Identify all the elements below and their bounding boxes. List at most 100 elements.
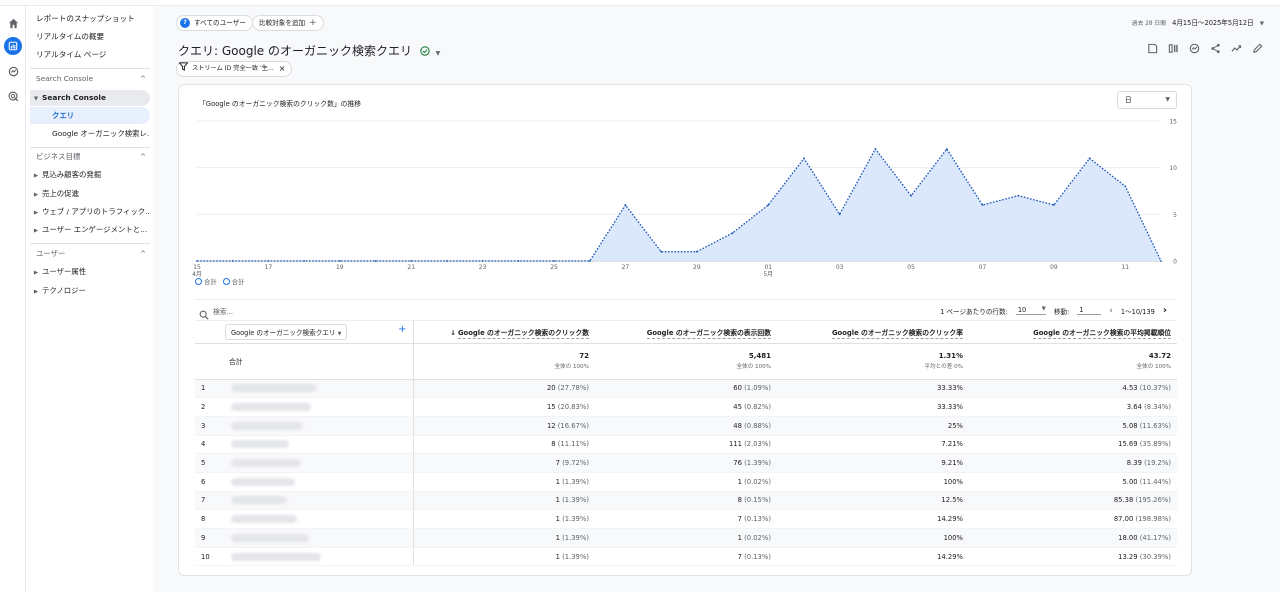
sidebar-tree-traffic[interactable]: ▶ ウェブ / アプリのトラフィック... — [30, 204, 150, 220]
sidebar-item-realtime-pages[interactable]: リアルタイム ページ — [36, 47, 152, 63]
query-cell[interactable] — [225, 472, 414, 492]
share-icon[interactable] — [1208, 41, 1222, 55]
previous-page-icon[interactable]: ‹ — [1109, 306, 1113, 316]
close-icon[interactable]: × — [279, 62, 286, 76]
table-row[interactable]: 81 (1.39%) 7 (0.13%) 14.29% 87.00 (198.98%) — [195, 509, 1177, 529]
customize-report-icon[interactable] — [1145, 41, 1159, 55]
rows-per-page-select[interactable]: 10 ▼ — [1015, 306, 1046, 315]
sidebar-tree-sales[interactable]: ▶ 売上の促進 — [30, 186, 150, 202]
explore-icon[interactable] — [4, 62, 22, 80]
table-row[interactable]: 1 20 (27.78%) 60 (1.09%) 33.33% 4.53 (10.37%… — [195, 379, 1177, 399]
next-page-icon[interactable]: › — [1163, 305, 1167, 316]
home-icon[interactable] — [4, 14, 22, 32]
title-dropdown-icon[interactable]: ▼ — [436, 50, 441, 57]
edit-icon[interactable] — [1250, 41, 1264, 55]
sidebar-tree-leads[interactable]: ▶ 見込み顧客の発掘 — [30, 167, 150, 183]
impressions-percent: (2.03%) — [744, 440, 771, 449]
check-circle-icon — [420, 45, 430, 59]
table-row[interactable]: 61 (1.39%) 1 (0.02%) 100% 5.00 (11.44%) — [195, 472, 1177, 492]
data-point — [231, 260, 234, 262]
impressions-percent: (0.15%) — [744, 496, 771, 505]
data-point — [338, 260, 341, 262]
goto-page-input[interactable]: 1 — [1077, 306, 1102, 315]
sidebar-item-realtime-overview[interactable]: リアルタイムの概要 — [36, 29, 152, 45]
segment-chip[interactable]: ? すべてのユーザー — [176, 15, 253, 31]
triangle-right-icon: ▶ — [33, 289, 39, 295]
query-cell[interactable] — [225, 379, 414, 399]
triangle-right-icon: ▶ — [33, 173, 39, 179]
goto-page-value: 1 — [1079, 306, 1084, 314]
clicks-percent: (20.83%) — [557, 403, 589, 412]
add-dimension-icon[interactable]: + — [398, 324, 406, 335]
data-point — [374, 260, 377, 262]
insights-icon[interactable] — [1187, 41, 1201, 55]
advertising-icon[interactable] — [4, 87, 22, 105]
total-cell: 5,481 全体の 100% — [595, 343, 777, 380]
table-search-input[interactable]: 検索... — [213, 306, 233, 316]
sidebar-item-queries[interactable]: クエリ — [30, 107, 150, 124]
clicks-cell: 1 (1.39%) — [413, 472, 595, 492]
query-cell[interactable] — [225, 435, 414, 455]
query-cell[interactable] — [225, 416, 414, 436]
clicks-percent: (9.72%) — [562, 459, 589, 468]
impressions-percent: (0.13%) — [744, 552, 771, 561]
top-strip — [0, 0, 1280, 6]
ctr-cell: 33.33% — [777, 397, 969, 417]
column-label: Google のオーガニック検索のクリック数 — [457, 328, 589, 339]
table-row[interactable]: 3 12 (16.67%) 48 (0.88%) 25% 5.08 (11.63%) — [195, 416, 1177, 436]
filter-chip[interactable]: ストリーム ID 完全一致 '生... × — [176, 61, 293, 77]
data-point — [910, 194, 912, 197]
date-range-picker[interactable]: 過去 28 日間 4月15日～2025年5月12日 ▼ — [1132, 17, 1264, 27]
table-row[interactable]: 2 15 (20.83%) 45 (0.82%) 33.33% 3.64 (8.34%) — [195, 397, 1177, 417]
chevron-up-icon: ^ — [140, 153, 146, 161]
triangle-right-icon: ▶ — [33, 270, 39, 276]
column-header-impressions[interactable]: Google のオーガニック検索の表示回数 — [595, 321, 777, 344]
table-row[interactable]: 57 (9.72%) 76 (1.39%) 9.21% 8.39 (19.2%) — [195, 453, 1177, 473]
table-row[interactable]: 91 (1.39%) 1 (0.02%) 100% 18.00 (41.17%) — [195, 528, 1177, 548]
dimension-select[interactable]: Google のオーガニック検索クエリ ▼ — [225, 323, 348, 340]
legend-item[interactable]: 合計 — [195, 277, 217, 286]
impressions-value: 1 — [737, 477, 742, 486]
clicks-percent: (1.39%) — [562, 515, 589, 524]
x-tick-label: 29 — [693, 264, 701, 271]
table-row[interactable]: 71 (1.39%) 8 (0.15%) 12.5% 85.38 (195.26%) — [195, 491, 1177, 511]
trend-icon[interactable] — [1229, 41, 1243, 55]
sidebar-section-user[interactable]: ユーザー ^ — [36, 246, 148, 262]
data-table: Google のオーガニック検索クエリ ▼ + ↓ Google のオーガニック検… — [195, 321, 1177, 567]
granularity-select[interactable]: 日 ▼ — [1117, 91, 1177, 109]
table-row[interactable]: 48 (11.11%) 111 (2.03%) 7.21% 15.69 (35.89%… — [195, 435, 1177, 455]
legend-item[interactable]: 合計 — [222, 277, 245, 286]
reports-icon[interactable] — [4, 37, 22, 55]
sidebar-section-search-console[interactable]: Search Console ^ — [36, 71, 148, 87]
column-header-ctr[interactable]: Google のオーガニック検索のクリック率 — [777, 321, 969, 344]
add-comparison-chip[interactable]: 比較対象を追加 + — [252, 15, 324, 31]
ctr-cell: 33.33% — [777, 379, 969, 399]
query-cell[interactable] — [225, 491, 414, 511]
column-header-position[interactable]: Google のオーガニック検索の平均掲載順位 — [969, 321, 1177, 344]
query-cell[interactable] — [225, 397, 414, 417]
sidebar-tree-engagement[interactable]: ▶ ユーザー エンゲージメントと... — [30, 222, 150, 238]
sidebar-tree-search-console[interactable]: ▼ Search Console — [30, 90, 150, 106]
ctr-cell: 100% — [777, 528, 969, 548]
sidebar-tree-technology[interactable]: ▶ テクノロジー — [30, 283, 150, 299]
sidebar-item-snapshot[interactable]: レポートのスナップショット — [36, 11, 152, 27]
sidebar-section-business[interactable]: ビジネス目標 ^ — [36, 149, 148, 165]
compare-icon[interactable] — [1166, 41, 1180, 55]
clicks-percent: (16.67%) — [557, 421, 589, 430]
data-point — [731, 232, 734, 234]
y-tick-label: 5 — [1173, 212, 1177, 219]
table-row[interactable]: 10 1 (1.39%) 7 (0.13%) 14.29% 13.29 (30.39%) — [195, 547, 1177, 567]
query-cell[interactable] — [225, 528, 414, 548]
chevron-down-icon: ▼ — [1041, 306, 1046, 312]
totals-row: 合計 72 全体の 100% 5,481 全体の 100% 1.31% 平均との差 0… — [195, 343, 1177, 380]
sidebar-tree-demographics[interactable]: ▶ ユーザー属性 — [30, 264, 150, 280]
column-header-clicks[interactable]: ↓ Google のオーガニック検索のクリック数 — [413, 321, 595, 344]
data-point — [695, 250, 698, 253]
clicks-value: 1 — [555, 496, 560, 505]
query-cell[interactable] — [225, 453, 414, 473]
data-point — [1052, 204, 1055, 206]
sidebar-item-organic-search[interactable]: Google オーガニック検索レ... — [30, 125, 150, 142]
query-cell[interactable] — [225, 509, 414, 529]
query-cell[interactable] — [225, 547, 414, 567]
data-point — [874, 148, 877, 150]
